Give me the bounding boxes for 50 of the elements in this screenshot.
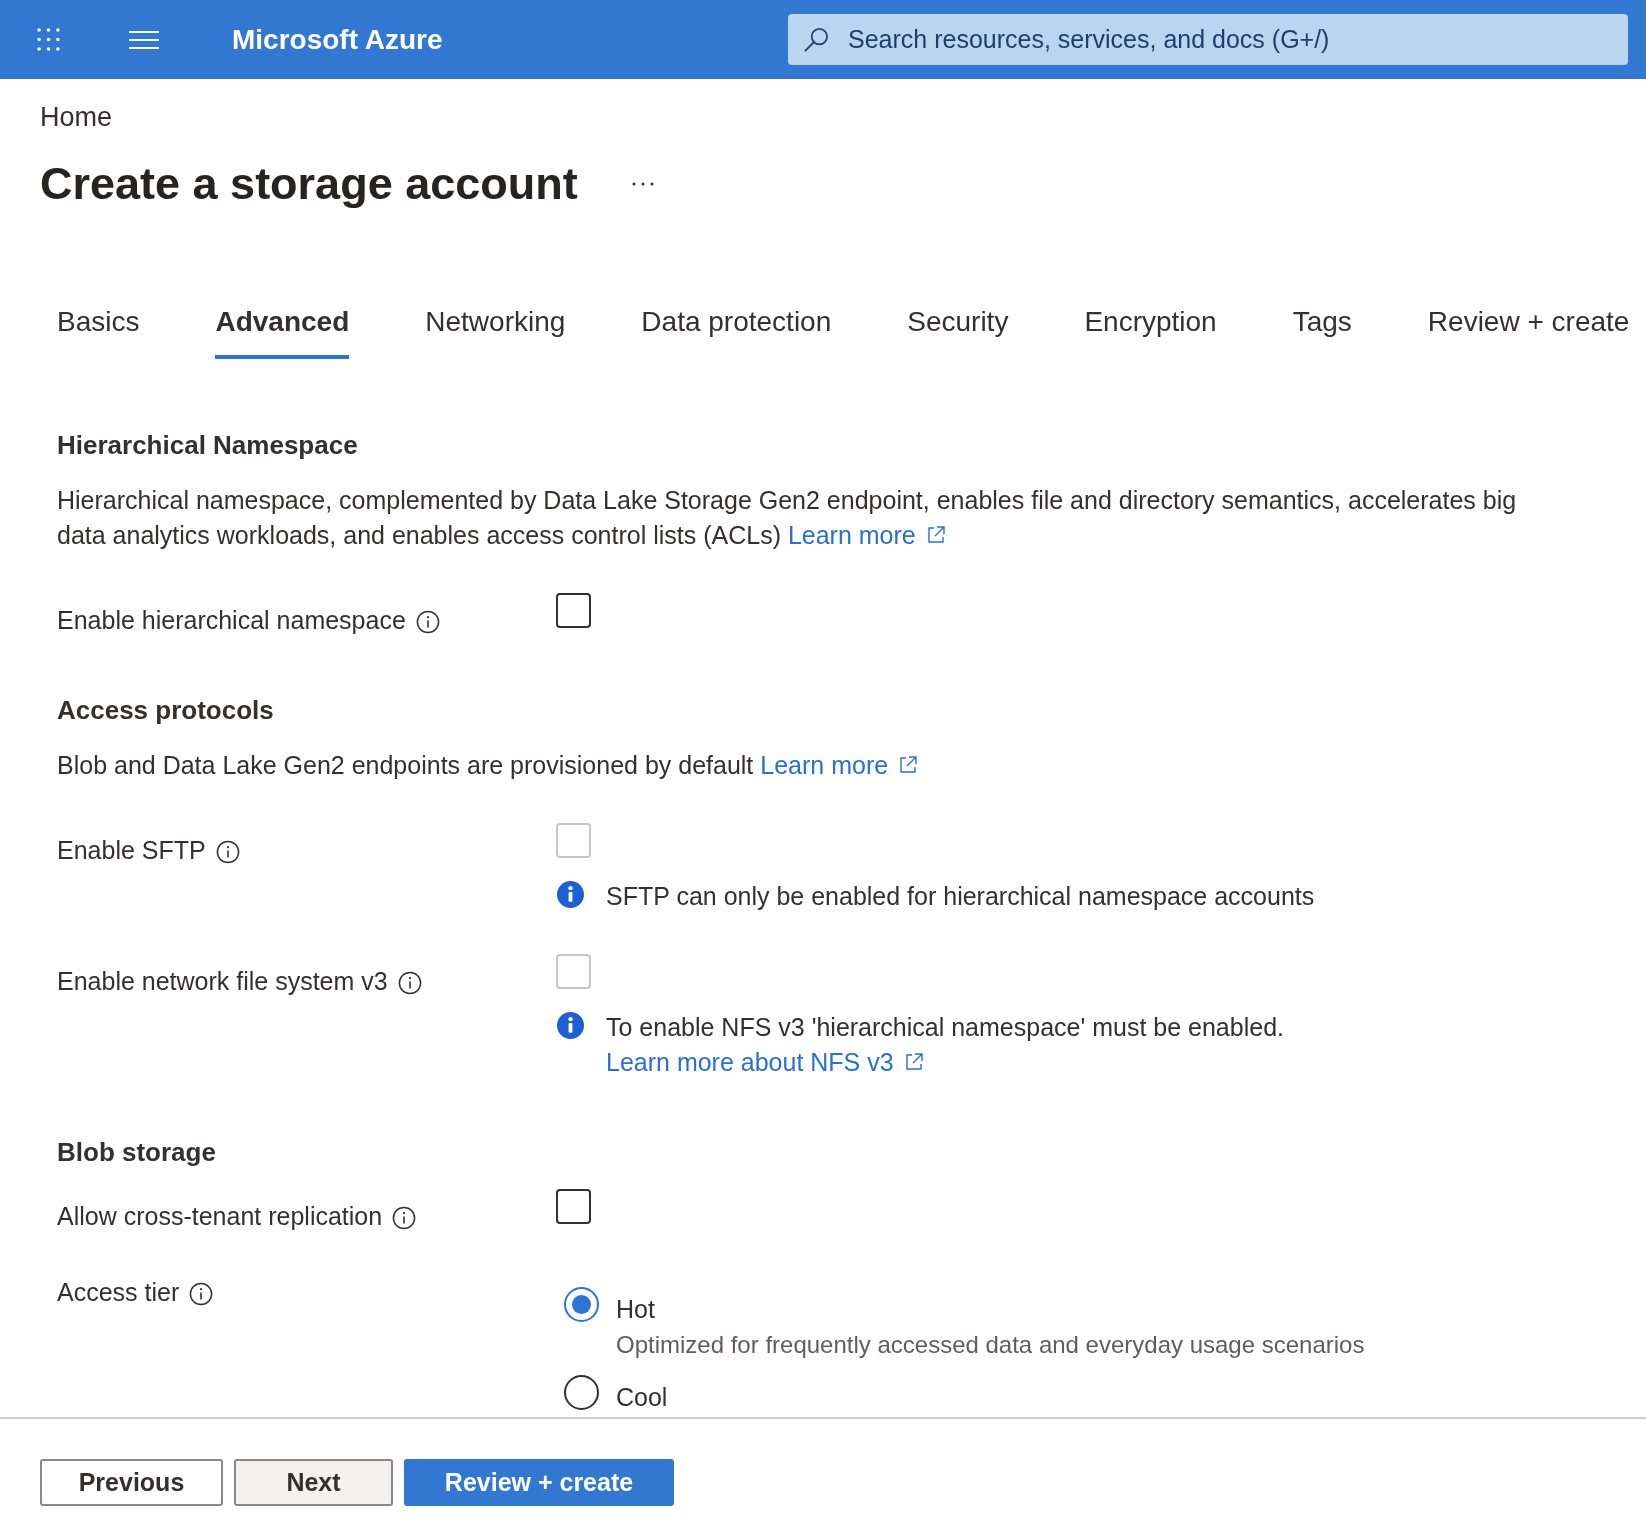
section-heading: Access protocols [57, 694, 274, 726]
tab[interactable]: Advanced [215, 306, 350, 359]
tab[interactable]: Networking [425, 306, 566, 359]
external-link-icon [925, 525, 946, 545]
grid-dots-icon[interactable] [37, 28, 60, 51]
tab[interactable]: Review + create [1427, 306, 1630, 359]
field-label: Enable network file system v3 [57, 966, 388, 997]
section-description: Hierarchical namespace, complemented by Data Lake Storage Gen2 endpoint, enables file and directory semantics, accelerates big data analytics workloads, and enables access control lists (ACLs) Learn more [57, 485, 1518, 551]
section-heading: Blob storage [57, 1136, 216, 1168]
footer-button[interactable]: Previous [40, 1459, 223, 1506]
external-link-icon [903, 1052, 924, 1072]
info-message: SFTP can only be enabled for hierarchical namespace accounts [606, 881, 1315, 912]
field-label: Enable hierarchical namespace [57, 605, 406, 636]
info-icon[interactable] [397, 971, 422, 995]
search-field[interactable]: Search resources, services, and docs (G+/) [788, 14, 1628, 65]
brand-name: Microsoft Azure [232, 23, 443, 56]
learn-more-link[interactable]: Learn more [760, 751, 919, 779]
checkbox[interactable] [556, 1189, 591, 1224]
info-icon [557, 881, 584, 908]
tab[interactable]: Basics [57, 306, 140, 359]
learn-more-link[interactable]: Learn more [787, 521, 946, 549]
search-icon [804, 27, 829, 52]
field-label: Allow cross-tenant replication [57, 1201, 383, 1232]
radio-label: Cool [616, 1382, 668, 1413]
tab[interactable]: Tags [1292, 306, 1352, 359]
radio-button[interactable] [564, 1375, 599, 1410]
radio-button[interactable] [564, 1287, 599, 1322]
page-title: Create a storage account [40, 157, 578, 211]
section-heading: Hierarchical Namespace [57, 429, 358, 461]
field-label: Access tier [57, 1277, 180, 1308]
info-icon[interactable] [189, 1282, 214, 1306]
field-label: Enable SFTP [57, 835, 206, 866]
option-description: Optimized for frequently accessed data and everyday usage scenarios [616, 1330, 1365, 1360]
info-icon [557, 1012, 584, 1039]
footer-button[interactable]: Next [234, 1459, 393, 1506]
tab[interactable]: Encryption [1084, 306, 1217, 359]
more-icon[interactable] [631, 182, 654, 186]
footer-button[interactable]: Review + create [404, 1459, 674, 1506]
external-link-icon [898, 755, 919, 775]
info-message: To enable NFS v3 'hierarchical namespace' must be enabled. Learn more about NFS v3 [606, 1012, 1285, 1078]
menu-icon[interactable] [129, 30, 159, 49]
checkbox[interactable] [556, 593, 591, 628]
radio-label: Hot [616, 1294, 656, 1325]
section-description: Blob and Data Lake Gen2 endpoints are provisioned by default Learn more [57, 748, 919, 783]
tab[interactable]: Security [907, 306, 1009, 359]
info-icon[interactable] [215, 840, 240, 864]
breadcrumb-link[interactable]: Home [40, 102, 113, 132]
info-icon[interactable] [415, 610, 440, 634]
tab[interactable]: Data protection [641, 306, 832, 359]
info-icon[interactable] [392, 1206, 417, 1230]
